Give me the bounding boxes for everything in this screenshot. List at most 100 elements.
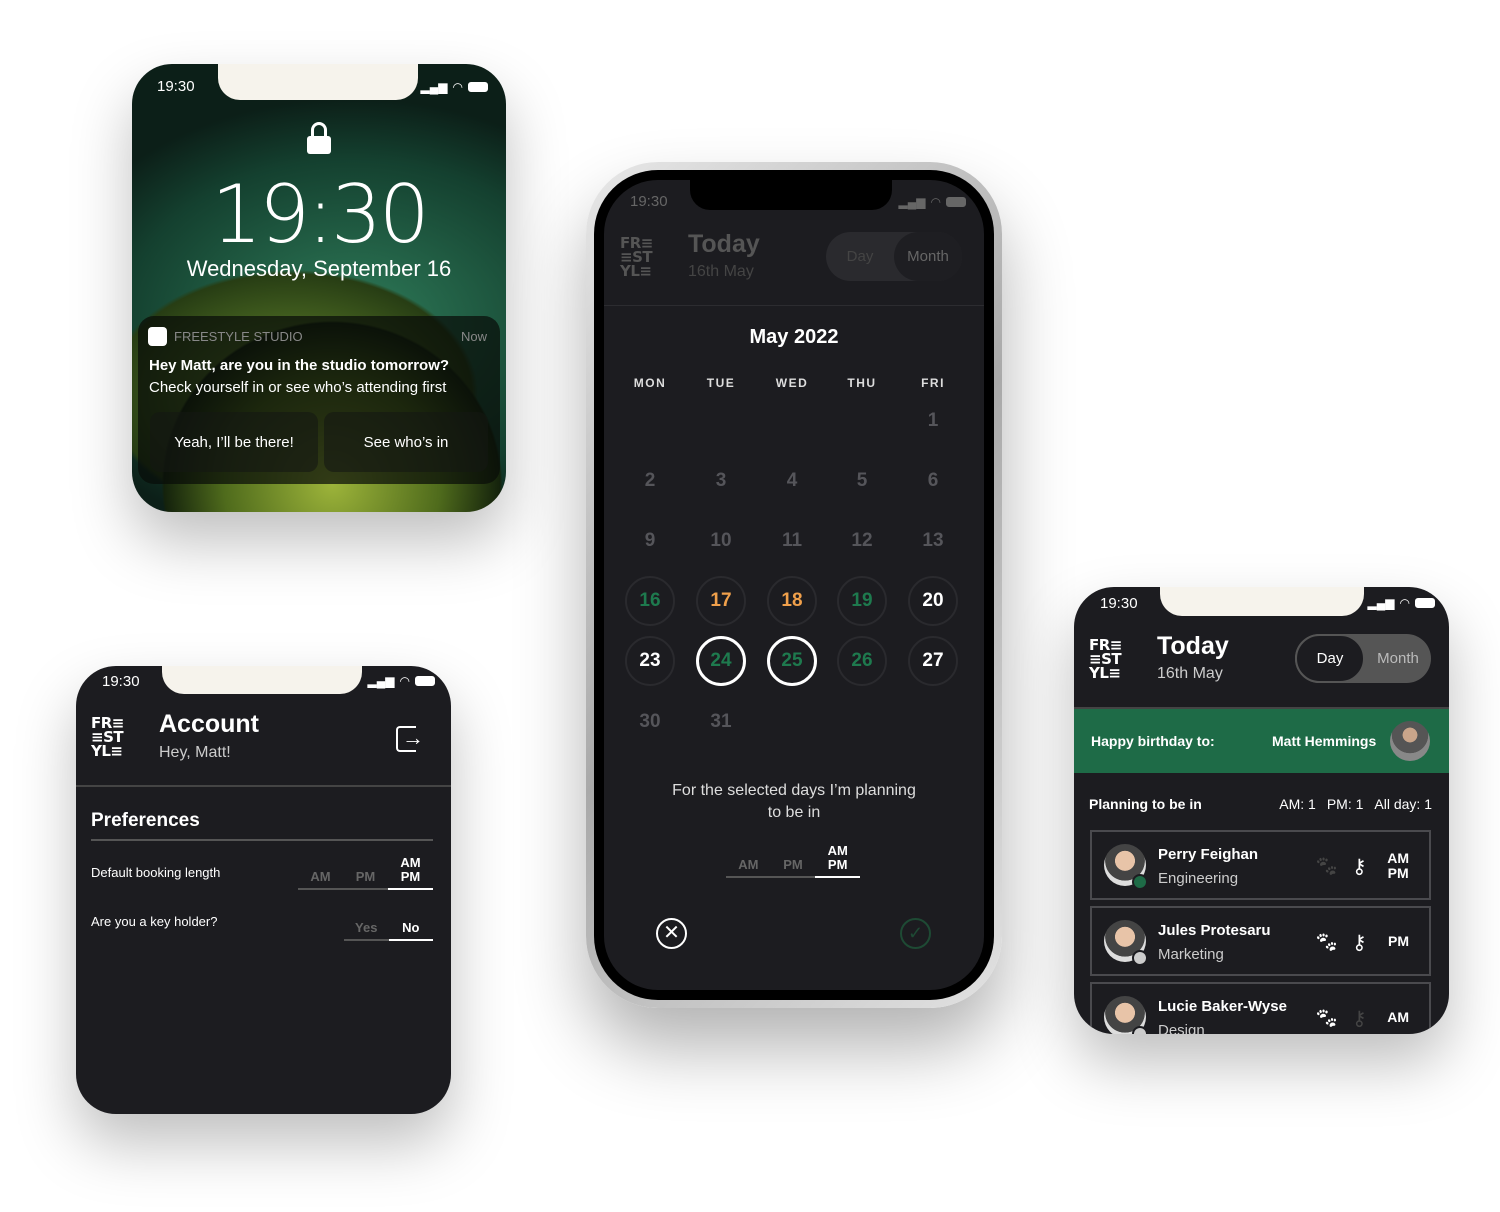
weekday-thu: THU	[847, 376, 877, 390]
day-19[interactable]: 19	[837, 576, 887, 626]
view-toggle[interactable]: Day Month	[1295, 634, 1431, 683]
day-5[interactable]: 5	[837, 456, 887, 506]
person-name: Perry Feighan	[1158, 846, 1259, 863]
default-booking-selector[interactable]: AM PM AM PM	[298, 852, 433, 890]
day-25[interactable]: 25	[767, 636, 817, 686]
attendance-counts: AM: 1 PM: 1 All day: 1	[1279, 796, 1432, 812]
confirm-button[interactable]: ✓	[900, 918, 931, 949]
day-27[interactable]: 27	[908, 636, 958, 686]
toggle-day[interactable]: Day	[826, 232, 894, 281]
option-am-pm[interactable]: AM PM	[388, 852, 433, 890]
paw-icon: 🐾︎	[1314, 856, 1340, 878]
logo: FR≡ ≡ST YL≡	[620, 234, 653, 280]
page-title: Today	[688, 230, 760, 258]
status-time: 19:30	[1100, 595, 1138, 612]
birthday-banner: Happy birthday to: Matt Hemmings	[1074, 707, 1449, 773]
logout-icon[interactable]: →	[396, 725, 424, 752]
person-dept: Design	[1158, 1022, 1205, 1034]
status-dot	[1132, 950, 1148, 966]
toggle-day[interactable]: Day	[1295, 634, 1365, 683]
day-20[interactable]: 20	[908, 576, 958, 626]
lock-time: 19:30	[211, 168, 430, 261]
day-13[interactable]: 13	[908, 516, 958, 566]
notch	[1160, 587, 1364, 616]
divider	[76, 785, 451, 787]
notification-title: Hey Matt, are you in the studio tomorrow…	[149, 357, 450, 374]
person-dept: Engineering	[1158, 870, 1239, 887]
option-yes[interactable]: Yes	[344, 906, 389, 939]
status-icons: ▂▄▆ ◠	[1368, 596, 1435, 610]
status-icons: ▂▄▆ ◠	[899, 195, 966, 209]
birthday-avatar	[1390, 721, 1430, 761]
notch	[218, 64, 418, 100]
option-am-pm[interactable]: AM PM	[815, 840, 861, 878]
page-date: 16th May	[1157, 665, 1223, 682]
key-icon: ⚷	[1352, 932, 1367, 954]
day-17[interactable]: 17	[696, 576, 746, 626]
calendar-screen: 19:30 ▂▄▆ ◠ FR≡ ≡ST YL≡ Today 16th May Day …	[604, 180, 984, 990]
status-time: 19:30	[102, 673, 140, 690]
battery-icon	[468, 82, 488, 92]
day-9[interactable]: 9	[625, 516, 675, 566]
day-2[interactable]: 2	[625, 456, 675, 506]
notification-app: FREESTYLE STUDIO	[174, 329, 303, 344]
day-10[interactable]: 10	[696, 516, 746, 566]
paw-icon: 🐾︎	[1314, 1008, 1340, 1030]
notification[interactable]: FREESTYLE STUDIO Now Hey Matt, are you i…	[138, 316, 500, 484]
key-icon: ⚷	[1352, 856, 1367, 878]
toggle-month[interactable]: Month	[1365, 634, 1431, 683]
day-16[interactable]: 16	[625, 576, 675, 626]
planning-label: Planning to be in	[1089, 796, 1202, 812]
weekday-tue: TUE	[706, 376, 736, 390]
person-name: Lucie Baker-Wyse	[1158, 998, 1287, 1015]
day-23[interactable]: 23	[625, 636, 675, 686]
time-slot: AM	[1387, 1009, 1409, 1025]
key-icon: ⚷	[1352, 1008, 1367, 1030]
notch	[162, 666, 362, 694]
see-whos-in-button[interactable]: See who’s in	[324, 412, 488, 472]
booking-label: Default booking length	[91, 865, 221, 880]
cancel-button[interactable]: ✕	[656, 918, 687, 949]
weekday-mon: MON	[633, 376, 667, 390]
day-30[interactable]: 30	[625, 697, 675, 747]
day-3[interactable]: 3	[696, 456, 746, 506]
key-holder-label: Are you a key holder?	[91, 914, 218, 929]
toggle-month[interactable]: Month	[894, 232, 962, 281]
person-row[interactable]: Perry Feighan Engineering 🐾︎ ⚷ AM PM	[1090, 830, 1431, 900]
divider	[604, 305, 984, 306]
today-screen: 19:30 ▂▄▆ ◠ FR≡ ≡ST YL≡ Today 16th May Day …	[1074, 587, 1449, 1034]
booking-length-selector[interactable]: AM PM AM PM	[726, 840, 861, 878]
day-4[interactable]: 4	[767, 456, 817, 506]
person-name: Jules Protesaru	[1158, 922, 1271, 939]
day-6[interactable]: 6	[908, 456, 958, 506]
birthday-name: Matt Hemmings	[1272, 733, 1377, 749]
person-row[interactable]: Jules Protesaru Marketing 🐾︎ ⚷ PM	[1090, 906, 1431, 976]
option-pm[interactable]: PM	[343, 852, 388, 888]
option-am[interactable]: AM	[298, 852, 343, 888]
birthday-label: Happy birthday to:	[1091, 733, 1215, 749]
phone-frame: 19:30 ▂▄▆ ◠ FR≡ ≡ST YL≡ Today 16th May Day …	[586, 162, 1002, 1008]
day-26[interactable]: 26	[837, 636, 887, 686]
day-24[interactable]: 24	[696, 636, 746, 686]
day-1[interactable]: 1	[908, 396, 958, 446]
lock-date: Wednesday, September 16	[186, 256, 452, 281]
weekday-wed: WED	[775, 376, 809, 390]
view-toggle[interactable]: Day Month	[826, 232, 962, 281]
day-18[interactable]: 18	[767, 576, 817, 626]
option-pm[interactable]: PM	[771, 840, 816, 876]
option-am[interactable]: AM	[726, 840, 771, 876]
notch	[690, 180, 892, 210]
yes-action-button[interactable]: Yeah, I’ll be there!	[150, 412, 318, 472]
day-31[interactable]: 31	[696, 697, 746, 747]
day-12[interactable]: 12	[837, 516, 887, 566]
status-dot	[1132, 874, 1148, 890]
key-holder-selector[interactable]: Yes No	[344, 906, 433, 941]
time-slot: PM	[1388, 933, 1409, 949]
logo: FR≡ ≡ST YL≡	[91, 714, 124, 760]
status-icons: ▂▄▆ ◠	[368, 674, 435, 688]
day-11[interactable]: 11	[767, 516, 817, 566]
notification-time: Now	[460, 329, 487, 344]
option-no[interactable]: No	[388, 906, 433, 941]
person-row[interactable]: Lucie Baker-Wyse Design 🐾︎ ⚷ AM	[1090, 982, 1431, 1034]
divider	[91, 839, 433, 841]
